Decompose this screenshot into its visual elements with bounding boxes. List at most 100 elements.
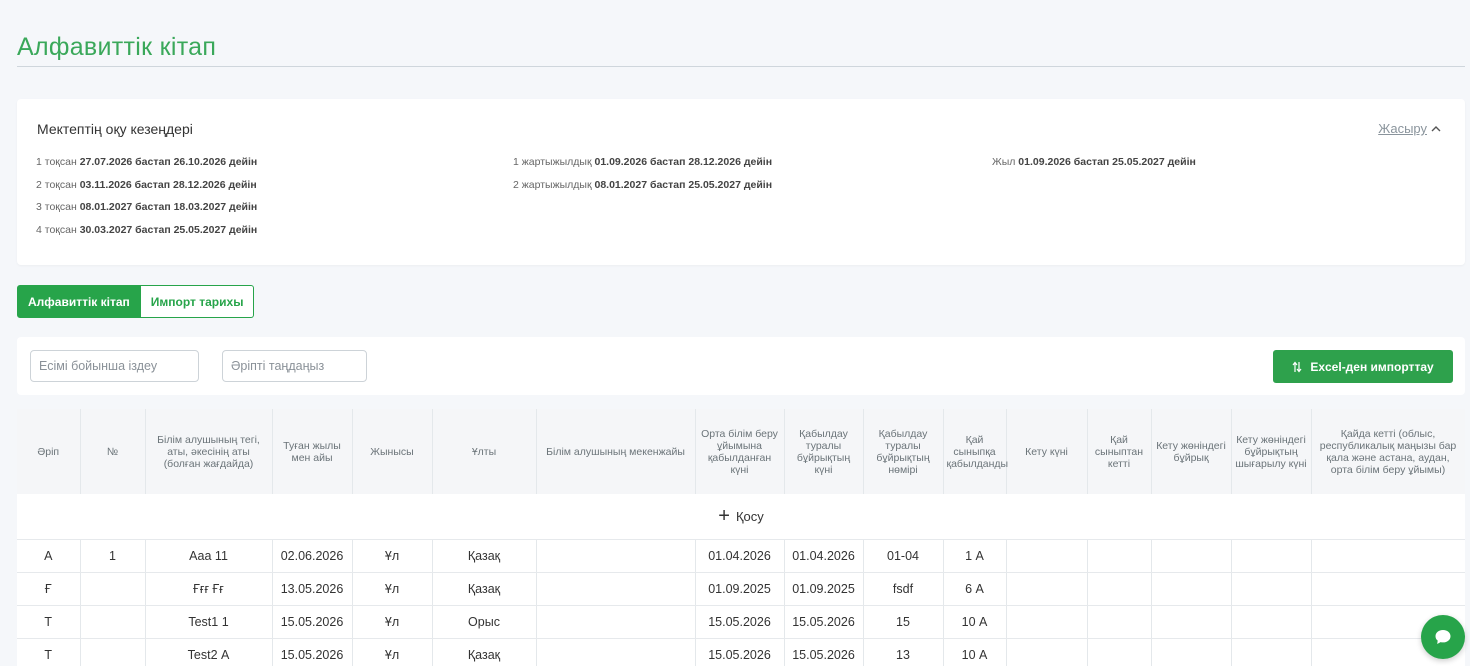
table-cell	[1151, 539, 1232, 573]
table-cell: 15.05.2026	[695, 605, 785, 639]
column-header: Туған жылы мен айы	[272, 409, 353, 494]
hide-periods-link[interactable]: Жасыру	[1378, 121, 1441, 136]
table-cell	[1231, 572, 1312, 606]
table-cell: Ұл	[352, 605, 433, 639]
add-row: + Қосу	[17, 494, 1465, 540]
tab-alphabet-book[interactable]: Алфавиттік кітап	[17, 285, 141, 318]
column-header: Қабылдау туралы бұйрықтың күні	[784, 409, 864, 494]
table-cell: 02.06.2026	[272, 539, 353, 573]
column-header: Кету күні	[1006, 409, 1088, 494]
column-header: Жынысы	[352, 409, 433, 494]
table-cell: Қазақ	[432, 539, 537, 573]
table-cell: Қазақ	[432, 638, 537, 666]
table-cell: 15.05.2026	[784, 605, 864, 639]
table-cell	[1006, 605, 1088, 639]
table-cell	[80, 572, 146, 606]
table-cell: А	[17, 539, 81, 573]
table-cell: fsdf	[863, 572, 944, 606]
table-cell: 15.05.2026	[272, 605, 353, 639]
column-header: Кету жөніндегі бұйрықтың шығарылу күні	[1231, 409, 1312, 494]
tab-import-history[interactable]: Импорт тарихы	[140, 285, 255, 318]
table-cell: Ұл	[352, 638, 433, 666]
table-cell	[1006, 572, 1088, 606]
column-header: №	[80, 409, 146, 494]
table-cell: 10 А	[943, 605, 1007, 639]
column-header: Білім алушының тегі, аты, әкесінің аты (…	[145, 409, 273, 494]
period-line: 1 тоқсан 27.07.2026 бастап 26.10.2026 де…	[36, 156, 258, 168]
period-line: 2 тоқсан 03.11.2026 бастап 28.12.2026 де…	[36, 178, 257, 191]
halves-column: 1 жартыжылдық 01.09.2026 бастап 28.12.20…	[513, 151, 772, 196]
chevron-up-icon	[1431, 126, 1441, 132]
table-cell: 10 А	[943, 638, 1007, 666]
table-cell: 15.05.2026	[272, 638, 353, 666]
table-cell	[1151, 605, 1232, 639]
table-cell	[1087, 572, 1152, 606]
year-column: Жыл 01.09.2026 бастап 25.05.2027 дейін	[992, 151, 1196, 174]
tab-bar: Алфавиттік кітап Импорт тарихы	[17, 285, 255, 318]
table-cell	[80, 605, 146, 639]
table-cell	[1151, 638, 1232, 666]
add-label: Қосу	[735, 508, 764, 524]
table-row[interactable]: А 1 Ааа 11 02.06.2026 Ұл Қазақ 01.04.2026 01.04…	[17, 539, 1465, 573]
table-cell: Т	[17, 605, 81, 639]
quarters-column: 1 тоқсан 27.07.2026 бастап 26.10.2026 де…	[36, 151, 257, 241]
period-line: 2 жартыжылдық 08.01.2027 бастап 25.05.20…	[513, 178, 773, 191]
table-cell: Орыс	[432, 605, 537, 639]
table-cell: 15.05.2026	[784, 638, 864, 666]
school-periods-card: Мектептің оқу кезеңдері Жасыру 1 тоқсан …	[17, 99, 1465, 265]
letter-select[interactable]	[222, 350, 367, 382]
excel-import-label: Excel-ден импорттау	[1310, 359, 1434, 374]
table-row[interactable]: Ғ Ғғғ Ғғ 13.05.2026 Ұл Қазақ 01.09.2025 01.09.…	[17, 572, 1465, 606]
sort-arrows-icon	[1292, 361, 1302, 372]
column-header: Қабылдау туралы бұйрықтың нөмірі	[863, 409, 944, 494]
table-cell	[1231, 605, 1312, 639]
table-cell: Ұл	[352, 539, 433, 573]
period-line: 4 тоқсан 30.03.2027 бастап 25.05.2027 де…	[36, 223, 258, 236]
table-cell: 01-04	[863, 539, 944, 573]
column-header: Қай сыныпқа қабылданды	[943, 409, 1008, 494]
table-cell: 13.05.2026	[272, 572, 353, 606]
table-cell	[1087, 605, 1152, 639]
table-cell: Ұл	[352, 572, 433, 606]
table-cell: 13	[863, 638, 944, 666]
table-cell: 15.05.2026	[695, 638, 785, 666]
table-cell	[536, 572, 696, 606]
table-cell	[1006, 539, 1088, 573]
table-cell: 01.04.2026	[784, 539, 864, 573]
chat-button[interactable]	[1421, 615, 1465, 659]
period-line: Жыл 01.09.2026 бастап 25.05.2027 дейін	[992, 156, 1196, 168]
column-header: Қайда кетті (облыс, республикалық маңызы…	[1311, 409, 1465, 494]
table-cell: Қазақ	[432, 572, 537, 606]
column-header: Білім алушының мекенжайы	[536, 409, 696, 494]
table-cell	[1087, 638, 1152, 666]
column-header: Орта білім беру ұйымына қабылданған күні	[695, 409, 785, 494]
table-cell	[1231, 638, 1312, 666]
table-cell	[1151, 572, 1232, 606]
table-cell	[1006, 638, 1088, 666]
column-header: Кету жөніндегі бұйрық	[1151, 409, 1232, 494]
table-cell: 15	[863, 605, 944, 639]
table-cell	[1087, 539, 1152, 573]
table-cell	[1231, 539, 1312, 573]
excel-import-button[interactable]: Excel-ден импорттау	[1273, 350, 1453, 383]
table-cell	[1311, 539, 1465, 573]
table-cell: Test2 А	[145, 638, 273, 666]
table-cell: Ааа 11	[145, 539, 273, 573]
table-cell: Ғ	[17, 572, 81, 606]
title-divider	[17, 66, 1465, 67]
table-cell	[536, 638, 696, 666]
periods-title: Мектептің оқу кезеңдері	[37, 121, 193, 137]
table-cell: 1	[80, 539, 146, 573]
add-button[interactable]: + Қосу	[718, 506, 764, 526]
table-row[interactable]: Т Test1 1 15.05.2026 Ұл Орыс 15.05.2026 15.05.…	[17, 605, 1465, 639]
table-cell: 6 А	[943, 572, 1007, 606]
table-cell	[536, 539, 696, 573]
column-header: Әріп	[17, 409, 81, 494]
table-cell	[1311, 572, 1465, 606]
name-search-input[interactable]	[30, 350, 199, 382]
table-cell: 01.09.2025	[784, 572, 864, 606]
table-cell	[80, 638, 146, 666]
table-header: Әріп № Білім алушының тегі, аты, әкесіні…	[17, 409, 1465, 494]
table-row[interactable]: Т Test2 А 15.05.2026 Ұл Қазақ 15.05.2026 15.05…	[17, 638, 1465, 666]
plus-icon: +	[718, 505, 730, 528]
